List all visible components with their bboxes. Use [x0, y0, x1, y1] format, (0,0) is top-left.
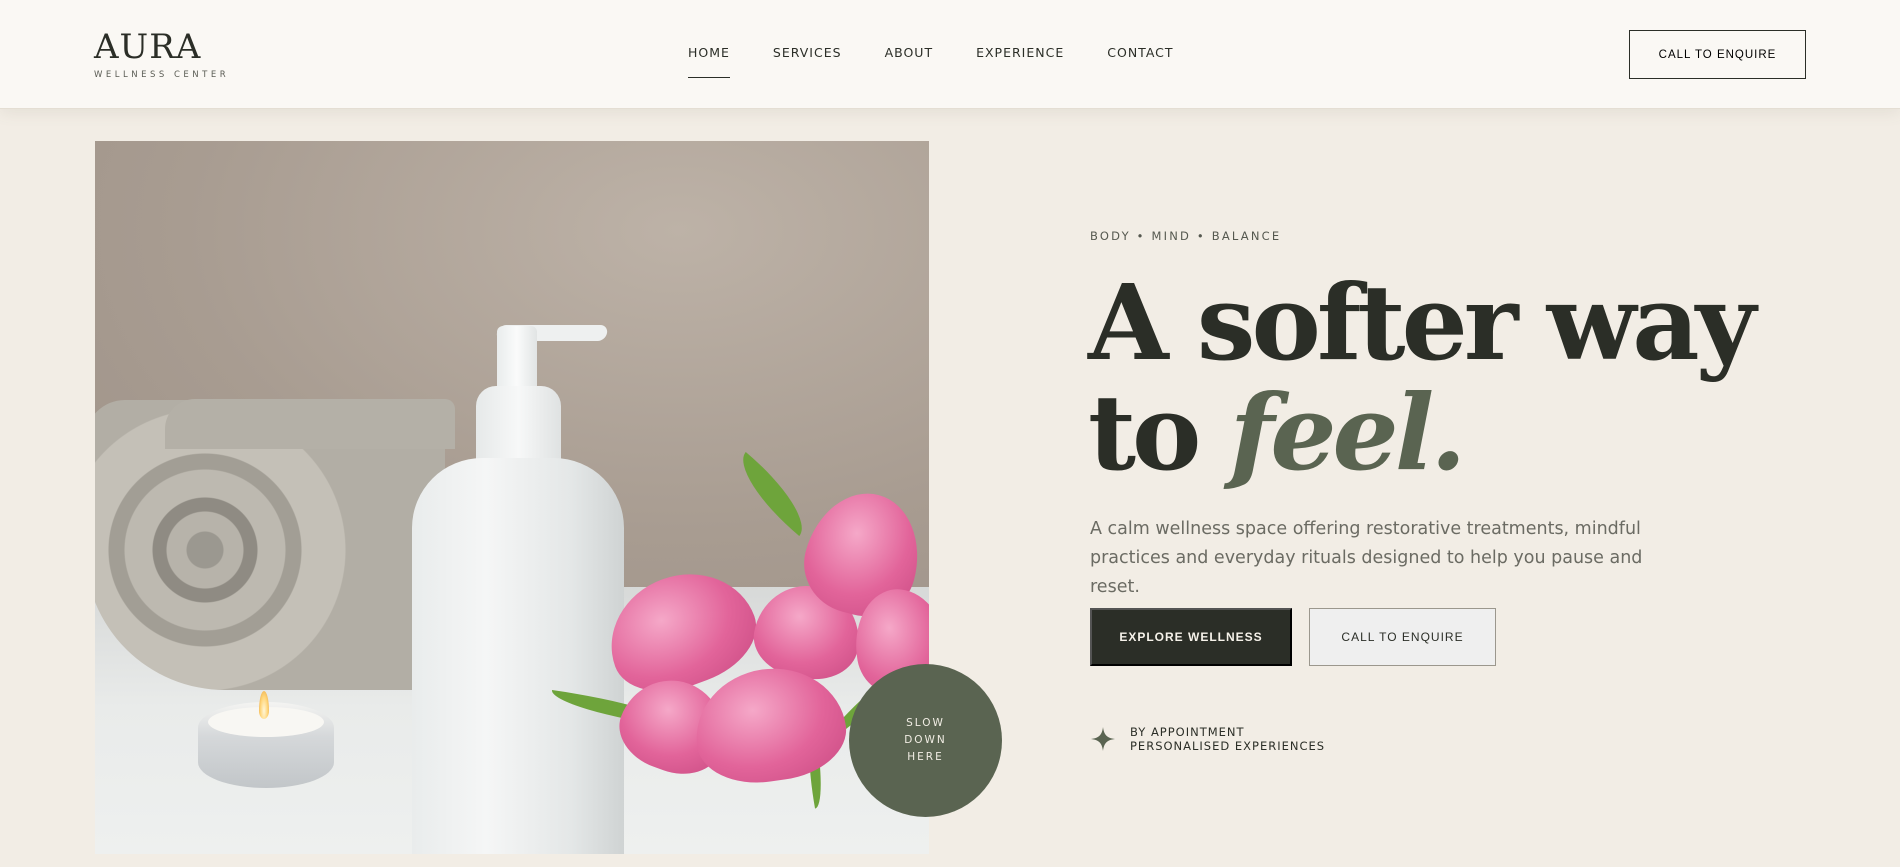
appointment-text: BY APPOINTMENT PERSONALISED EXPERIENCES	[1130, 725, 1325, 753]
headline-accent: feel.	[1229, 371, 1467, 494]
image-bottle	[412, 325, 624, 854]
image-bottle-body	[412, 458, 624, 854]
logo-tagline: WELLNESS CENTER	[94, 70, 230, 80]
logo[interactable]: AURA WELLNESS CENTER	[94, 28, 229, 80]
appointment-line1: BY APPOINTMENT	[1130, 725, 1245, 739]
logo-name: AURA	[94, 27, 202, 67]
nav-item-contact[interactable]: CONTACT	[1107, 45, 1173, 61]
badge-line: DOWN	[904, 734, 947, 746]
hero-description: A calm wellness space offering restorati…	[1090, 519, 1643, 597]
hero-image	[95, 141, 929, 854]
nav-item-experience[interactable]: EXPERIENCE	[976, 45, 1064, 61]
nav-item-services[interactable]: SERVICES	[773, 45, 842, 61]
image-bottle-pump	[497, 326, 537, 390]
appointment-line2: PERSONALISED EXPERIENCES	[1130, 739, 1326, 753]
sparkle-icon	[1091, 727, 1115, 751]
site-header: AURA WELLNESS CENTER HOME SERVICES ABOUT…	[0, 0, 1900, 109]
hero-headline: A softer way to feel.	[1088, 268, 1756, 488]
badge-line: SLOW	[906, 717, 945, 729]
appointment-note: BY APPOINTMENT PERSONALISED EXPERIENCES	[1090, 725, 1325, 753]
hero-eyebrow: BODY • MIND • BALANCE	[1090, 229, 1282, 243]
badge-line: HERE	[907, 751, 944, 763]
badge-text: SLOW DOWN HERE	[891, 715, 961, 766]
header-enquire-button[interactable]: CALL TO ENQUIRE	[1629, 30, 1806, 79]
headline-line1: A softer way	[1088, 261, 1756, 384]
call-to-enquire-button[interactable]: CALL TO ENQUIRE	[1309, 608, 1496, 666]
nav-item-about[interactable]: ABOUT	[885, 45, 934, 61]
main-nav: HOME SERVICES ABOUT EXPERIENCE CONTACT	[688, 45, 1217, 78]
slow-down-badge: SLOW DOWN HERE	[849, 664, 1002, 817]
nav-item-home[interactable]: HOME	[688, 45, 730, 78]
explore-wellness-button[interactable]: EXPLORE WELLNESS	[1090, 608, 1292, 666]
headline-line2: to	[1088, 371, 1230, 494]
